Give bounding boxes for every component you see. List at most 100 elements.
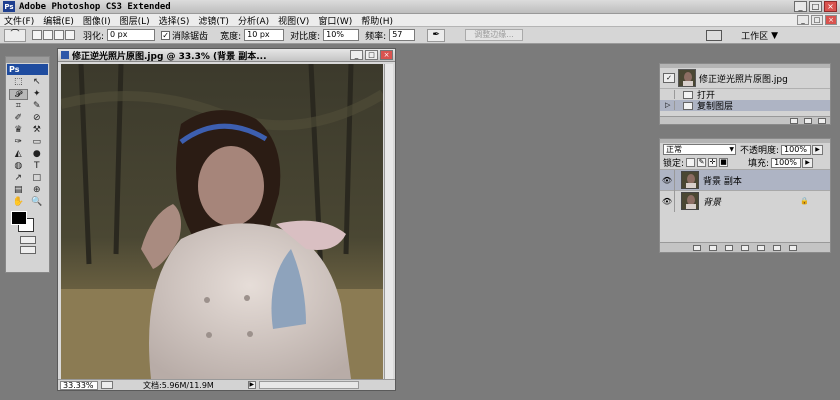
menu-window[interactable]: 窗口(W) <box>318 14 352 27</box>
menu-layer[interactable]: 图层(L) <box>120 14 150 27</box>
menu-analysis[interactable]: 分析(A) <box>238 14 269 27</box>
history-source-slot[interactable]: ▷ <box>665 101 675 110</box>
maximize-button[interactable]: □ <box>809 1 822 12</box>
group-icon[interactable] <box>757 245 765 251</box>
menu-help[interactable]: 帮助(H) <box>361 14 393 27</box>
document-maximize-button[interactable]: □ <box>365 50 378 60</box>
document-minimize-button[interactable]: _ <box>350 50 363 60</box>
new-snapshot-icon[interactable] <box>804 118 812 124</box>
add-selection-icon[interactable] <box>43 30 53 40</box>
brush-tool-icon[interactable]: ⊘ <box>28 113 47 124</box>
minimize-button[interactable]: _ <box>794 1 807 12</box>
tools-panel-grip[interactable] <box>6 57 49 63</box>
menu-edit[interactable]: 编辑(E) <box>43 14 74 27</box>
blur-tool-icon[interactable]: ◭ <box>9 149 28 160</box>
close-button[interactable]: × <box>824 1 837 12</box>
fill-slider-icon[interactable]: ▶ <box>802 157 814 168</box>
menu-bar: 文件(F) 编辑(E) 图像(I) 图层(L) 选择(S) 滤镜(T) 分析(A… <box>0 14 840 27</box>
frequency-input[interactable]: 57 <box>389 29 416 41</box>
shape-tool-icon[interactable]: □ <box>28 173 47 184</box>
adjustment-icon[interactable] <box>741 245 749 251</box>
notes-tool-icon[interactable]: ▤ <box>9 185 28 196</box>
fx-icon[interactable] <box>709 245 717 251</box>
layer-row[interactable]: 👁 背景 🔒 <box>660 190 830 212</box>
layer-row[interactable]: 👁 背景 副本 <box>660 169 830 191</box>
menu-file[interactable]: 文件(F) <box>4 14 34 27</box>
dodge-tool-icon[interactable]: ● <box>28 149 47 160</box>
healing-brush-tool-icon[interactable]: ✐ <box>9 113 28 124</box>
menu-image[interactable]: 图像(I) <box>83 14 111 27</box>
workspace-menu[interactable]: 工作区 ▼ <box>741 29 778 43</box>
image-canvas[interactable] <box>61 64 383 379</box>
document-close-button[interactable]: × <box>380 50 393 60</box>
history-brush-tool-icon[interactable]: ⚒ <box>28 125 47 136</box>
marquee-tool-icon[interactable]: ⬚ <box>9 77 28 88</box>
lock-position-icon[interactable]: ✛ <box>708 158 718 167</box>
antialias-label: 消除锯齿 <box>172 31 209 42</box>
new-layer-icon[interactable] <box>773 245 781 251</box>
status-arrow-icon[interactable]: ▶ <box>247 381 256 389</box>
eraser-tool-icon[interactable]: ✑ <box>9 137 28 148</box>
new-selection-icon[interactable] <box>32 30 42 40</box>
refine-edge-button[interactable]: 调整边缘... <box>465 29 523 41</box>
document-title-bar[interactable]: 修正逆光照片原图.jpg @ 33.3% (背景 副本... _ □ × <box>58 49 395 62</box>
contrast-input[interactable]: 10% <box>323 29 360 41</box>
screen-mode-icon[interactable] <box>19 246 36 254</box>
opacity-slider-icon[interactable]: ▶ <box>812 144 824 155</box>
options-bar: ⌒ 羽化: 0 px ✓ 消除锯齿 宽度: 10 px 对比度: 10% 频率:… <box>0 27 840 44</box>
history-snapshot[interactable]: ✓ 修正逆光照片原图.jpg <box>660 68 830 89</box>
visibility-eye-icon[interactable]: 👁 <box>660 169 675 191</box>
gradient-tool-icon[interactable]: ▭ <box>28 137 47 148</box>
width-input[interactable]: 10 px <box>244 29 285 41</box>
zoom-level-field[interactable]: 33.33% <box>60 380 98 390</box>
type-tool-icon[interactable]: T <box>28 161 47 172</box>
lock-image-icon[interactable]: ✎ <box>697 158 707 167</box>
history-source-slot[interactable] <box>665 90 675 99</box>
hand-tool-icon[interactable]: ✋ <box>9 197 28 208</box>
antialias-checkbox[interactable]: ✓ <box>161 30 171 40</box>
crop-tool-icon[interactable]: ⌗ <box>9 101 28 112</box>
zoom-tool-icon[interactable]: 🔍 <box>28 197 47 208</box>
menu-view[interactable]: 视图(V) <box>278 14 309 27</box>
move-tool-icon[interactable]: ↖ <box>28 77 47 88</box>
history-step[interactable]: 打开 <box>660 89 830 101</box>
path-selection-tool-icon[interactable]: ↗ <box>9 173 28 184</box>
foreground-color-swatch[interactable] <box>11 211 27 225</box>
slice-tool-icon[interactable]: ✎ <box>28 101 47 112</box>
opacity-input[interactable]: 100% <box>781 144 812 155</box>
history-step[interactable]: ▷ 复制图层 <box>660 100 830 112</box>
lock-transparent-icon[interactable] <box>686 158 696 167</box>
ps-badge: Ps <box>7 64 48 75</box>
doc-close-button[interactable]: × <box>825 15 837 25</box>
visibility-eye-icon[interactable]: 👁 <box>660 190 675 212</box>
subtract-selection-icon[interactable] <box>54 30 64 40</box>
trash-icon[interactable] <box>789 245 797 251</box>
vertical-scrollbar[interactable] <box>384 64 393 379</box>
lasso-tool-icon[interactable]: 𝓟 <box>9 89 28 100</box>
magnetic-lasso-tool-preset-icon[interactable]: ⌒ <box>4 28 26 42</box>
eyedropper-tool-icon[interactable]: ⊕ <box>28 185 47 196</box>
link-icon[interactable] <box>693 245 701 251</box>
new-document-from-state-icon[interactable] <box>790 118 798 124</box>
lock-all-icon[interactable]: ■ <box>719 158 729 167</box>
snapshot-brush-icon[interactable]: ✓ <box>663 73 675 83</box>
magic-wand-tool-icon[interactable]: ✦ <box>28 89 47 100</box>
doc-minimize-button[interactable]: _ <box>797 15 809 25</box>
fill-input[interactable]: 100% <box>771 157 802 168</box>
history-step-icon <box>683 90 693 99</box>
doc-restore-button[interactable]: □ <box>811 15 823 25</box>
horizontal-scrollbar[interactable] <box>258 381 359 389</box>
feather-input[interactable]: 0 px <box>107 29 156 41</box>
pen-tool-icon[interactable]: ◍ <box>9 161 28 172</box>
pen-pressure-icon[interactable]: ✒ <box>427 28 446 42</box>
blend-mode-select[interactable]: 正常 ▼ <box>663 144 736 155</box>
intersect-selection-icon[interactable] <box>65 30 75 40</box>
menu-select[interactable]: 选择(S) <box>159 14 190 27</box>
mask-icon[interactable] <box>725 245 733 251</box>
workspace-icon[interactable] <box>706 30 722 41</box>
clone-stamp-tool-icon[interactable]: ♛ <box>9 125 28 136</box>
trash-icon[interactable] <box>818 118 826 124</box>
quick-mask-mode-icon[interactable] <box>19 236 36 244</box>
menu-filter[interactable]: 滤镜(T) <box>198 14 229 27</box>
status-menu-icon[interactable] <box>101 381 113 389</box>
